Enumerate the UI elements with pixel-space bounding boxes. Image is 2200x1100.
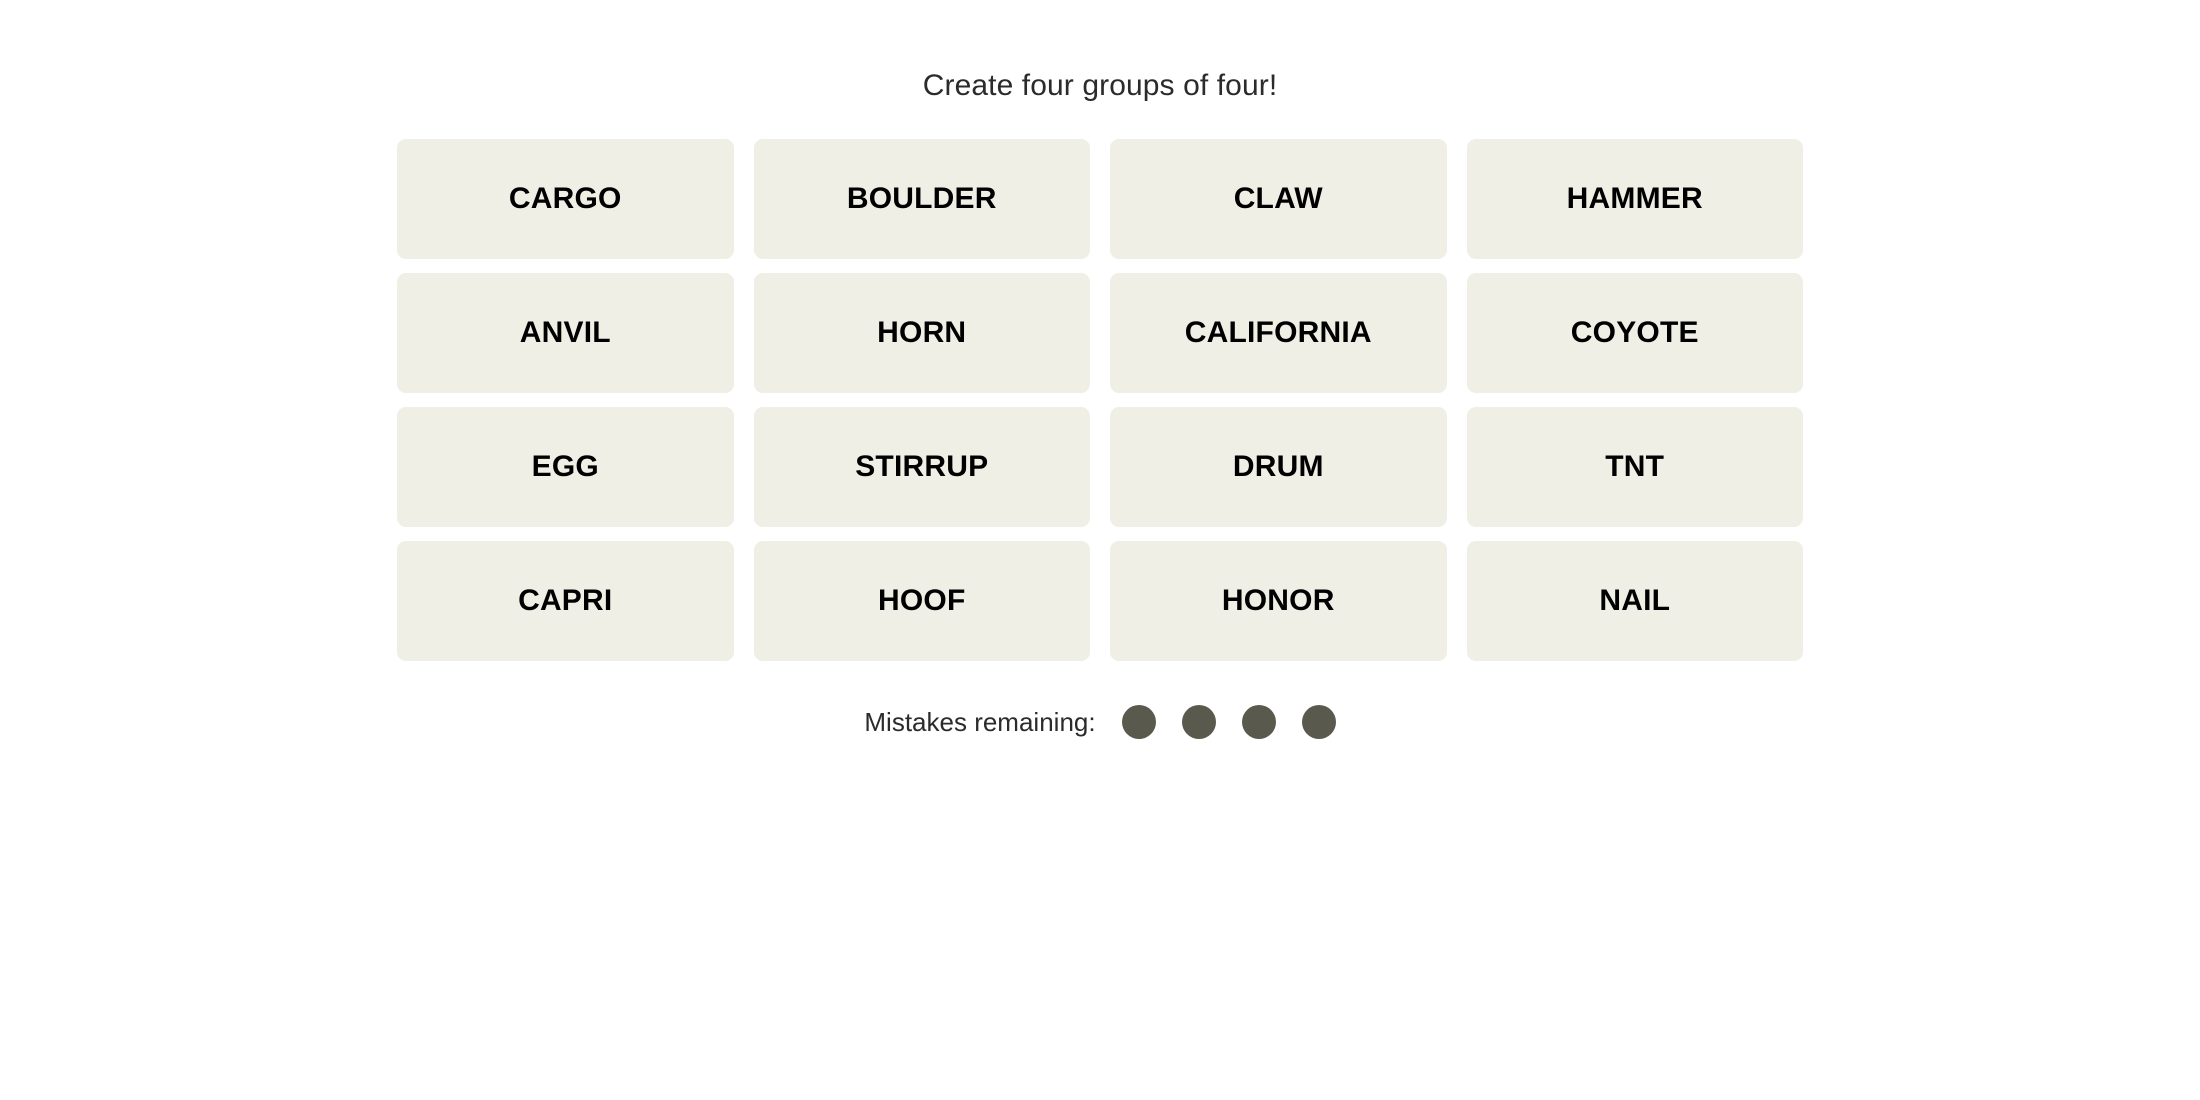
word-tile[interactable]: HOOF [753, 541, 1090, 661]
mistake-dot-2 [1181, 705, 1216, 739]
word-tile-label: STIRRUP [855, 450, 989, 483]
mistake-dot-4 [1301, 705, 1336, 739]
word-tile[interactable]: CALIFORNIA [1110, 273, 1447, 393]
word-tile-label: CARGO [508, 182, 622, 215]
word-tile[interactable]: HONOR [1110, 541, 1447, 661]
word-tile[interactable]: EGG [397, 407, 734, 527]
word-tile-label: HONOR [1221, 584, 1335, 617]
mistake-dot-3 [1241, 705, 1276, 739]
word-tile-label: COYOTE [1570, 316, 1699, 349]
word-tile-label: DRUM [1232, 450, 1324, 483]
word-tile-label: BOULDER [846, 182, 997, 215]
word-tile-label: TNT [1605, 450, 1665, 483]
word-tile-label: ANVIL [519, 316, 611, 349]
connections-game-page: Create four groups of four! CARGO BOULDE… [0, 0, 2200, 1100]
word-tile-label: HAMMER [1566, 182, 1703, 215]
mistakes-remaining: Mistakes remaining: [864, 705, 1336, 739]
word-tile-label: HORN [877, 316, 967, 349]
word-tile[interactable]: DRUM [1110, 407, 1447, 527]
word-tile-label: CAPRI [518, 584, 613, 617]
word-tile[interactable]: CAPRI [397, 541, 734, 661]
word-tile-label: HOOF [878, 584, 966, 617]
word-tile[interactable]: COYOTE [1466, 273, 1803, 393]
mistakes-remaining-label: Mistakes remaining: [864, 707, 1096, 737]
word-tile[interactable]: STIRRUP [753, 407, 1090, 527]
word-tile-label: NAIL [1599, 584, 1671, 617]
word-tile[interactable]: ANVIL [397, 273, 734, 393]
word-tile-label: EGG [531, 450, 599, 483]
word-tile[interactable]: TNT [1466, 407, 1803, 527]
word-tile-label: CLAW [1233, 182, 1323, 215]
word-tile[interactable]: HORN [753, 273, 1090, 393]
mistakes-dot-group [1121, 705, 1336, 739]
word-tile-label: CALIFORNIA [1184, 316, 1372, 349]
word-tile[interactable]: NAIL [1466, 541, 1803, 661]
page-title: Create four groups of four! [922, 69, 1278, 102]
word-tile[interactable]: HAMMER [1466, 139, 1803, 259]
word-grid: CARGO BOULDER CLAW HAMMER ANVIL HORN CAL… [397, 139, 1803, 661]
word-tile[interactable]: CARGO [397, 139, 734, 259]
word-tile[interactable]: CLAW [1110, 139, 1447, 259]
mistake-dot-1 [1121, 705, 1156, 739]
word-tile[interactable]: BOULDER [753, 139, 1090, 259]
